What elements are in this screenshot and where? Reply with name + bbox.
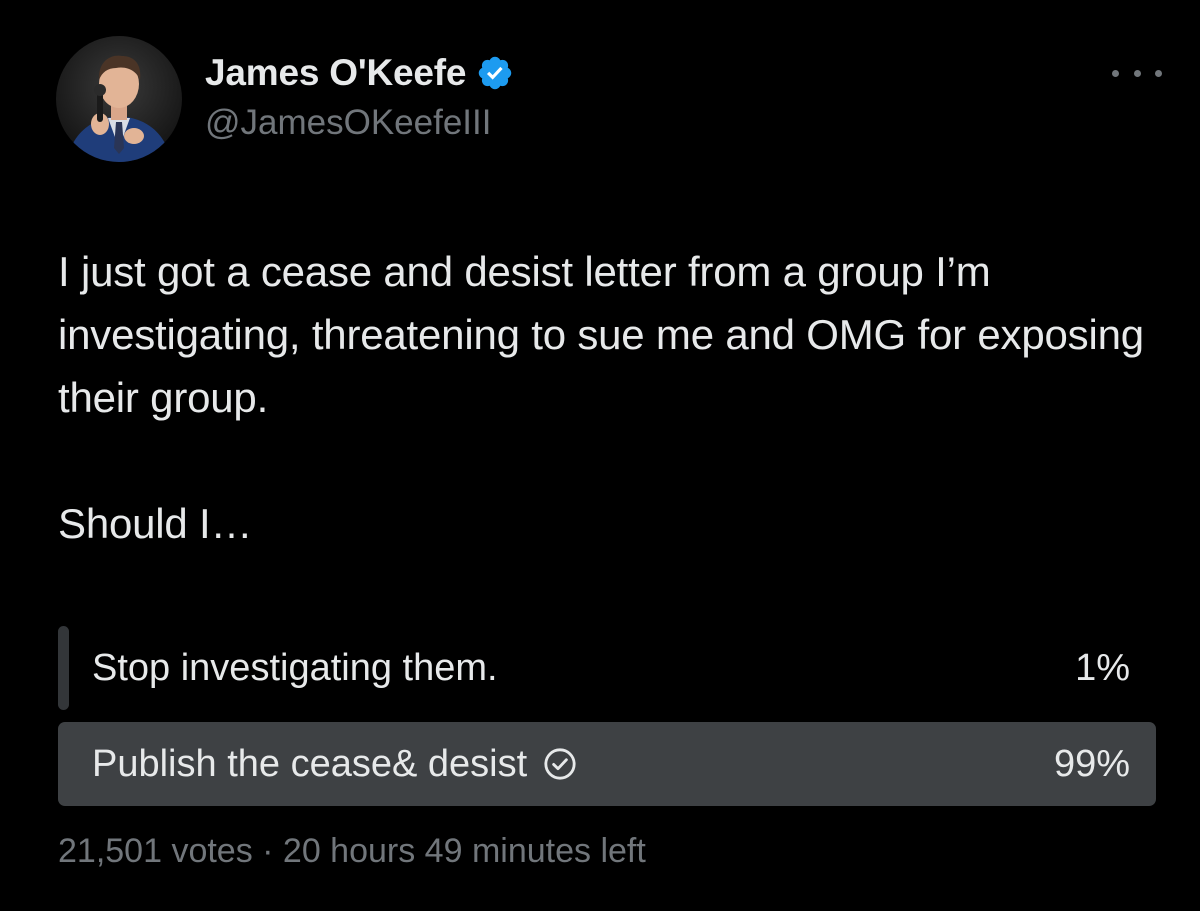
tweet-paragraph: I just got a cease and desist letter fro… xyxy=(58,248,1144,421)
author-name-row: James O'Keefe xyxy=(205,50,514,96)
avatar[interactable] xyxy=(56,36,182,162)
tweet-text: I just got a cease and desist letter fro… xyxy=(58,240,1168,555)
poll-option-percent: 1% xyxy=(1075,646,1130,689)
poll-option-label: Stop investigating them. xyxy=(92,646,498,689)
poll-result-bar xyxy=(58,626,69,710)
poll-option-label-wrap: Publish the cease& desist xyxy=(92,722,577,806)
author-display-name[interactable]: James O'Keefe xyxy=(205,52,466,94)
more-dot-icon xyxy=(1155,69,1162,77)
poll-meta: 21,501 votes · 20 hours 49 minutes left xyxy=(58,832,646,870)
more-options-icon[interactable] xyxy=(1112,58,1162,88)
check-circle-icon xyxy=(543,747,577,781)
poll-option[interactable]: Stop investigating them. 1% xyxy=(58,626,1156,710)
verified-badge-icon[interactable] xyxy=(476,54,514,92)
poll-option-label-wrap: Stop investigating them. xyxy=(92,626,498,710)
poll: Stop investigating them. 1% Publish the … xyxy=(58,626,1156,818)
more-dot-icon xyxy=(1133,69,1141,77)
more-dot-icon xyxy=(1112,69,1119,77)
avatar-image xyxy=(56,36,182,162)
tweet-card: James O'Keefe @JamesOKeefeIII I just got… xyxy=(0,0,1200,911)
poll-option[interactable]: Publish the cease& desist 99% xyxy=(58,722,1156,806)
poll-option-label: Publish the cease& desist xyxy=(92,742,528,785)
poll-option-percent: 99% xyxy=(1053,742,1130,785)
tweet-paragraph: Should I… xyxy=(58,500,253,547)
author-handle[interactable]: @JamesOKeefeIII xyxy=(205,103,491,143)
